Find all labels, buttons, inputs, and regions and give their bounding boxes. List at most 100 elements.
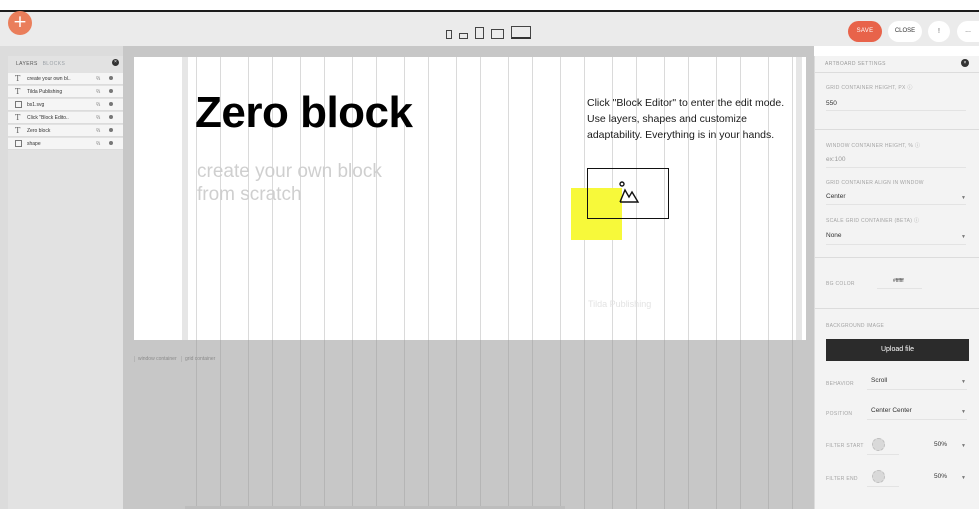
divider (826, 204, 966, 205)
help-icon[interactable]: ⓘ (915, 143, 920, 149)
scale-grid-label: SCALE GRID CONTAINER (BETA) ⓘ (826, 218, 920, 224)
eye-icon[interactable] (109, 141, 113, 145)
layer-label: bs1.svg (27, 102, 45, 108)
device-desktop-icon[interactable] (511, 26, 531, 39)
layer-item[interactable]: T Tilda Publishing ⅔ (8, 86, 123, 98)
shape-icon (15, 140, 22, 147)
chevron-down-icon[interactable]: ▼ (961, 409, 966, 415)
chevron-down-icon[interactable]: ▼ (961, 195, 966, 201)
divider (815, 72, 979, 73)
settings-header: ARTBOARD SETTINGS (825, 61, 886, 67)
image-icon (15, 101, 22, 108)
filter-end-label: FILTER END (826, 476, 858, 482)
eye-icon[interactable] (109, 115, 113, 119)
lock-icon[interactable]: ⅔ (96, 76, 100, 82)
lock-icon[interactable]: ⅔ (96, 128, 100, 134)
text-icon: T (15, 74, 21, 83)
tab-layers[interactable]: LAYERS (16, 61, 38, 67)
window-height-input[interactable]: ex:100 (826, 156, 846, 163)
bg-color-label: BG COLOR (826, 281, 855, 287)
position-select[interactable]: Center Center (871, 407, 912, 414)
text-icon: T (15, 113, 21, 122)
help-icon[interactable]: ⓘ (914, 218, 919, 224)
divider (815, 129, 979, 130)
text-icon: T (15, 87, 21, 96)
layer-label: Tilda Publishing (27, 89, 63, 95)
layer-label: create your own bl.. (27, 76, 71, 82)
divider (826, 110, 966, 111)
filter-start-label: FILTER START (826, 443, 864, 449)
layers-panel: LAYERS BLOCKS × T create your own bl.. ⅔… (8, 56, 123, 509)
save-button[interactable]: SAVE (848, 21, 882, 42)
divider (815, 257, 979, 258)
divider (815, 308, 979, 309)
divider (867, 419, 967, 420)
bg-image-label: BACKGROUND IMAGE (826, 323, 885, 329)
layer-label: shape (27, 141, 41, 147)
grid-container-label: grid container (181, 356, 218, 362)
scale-grid-select[interactable]: None (826, 232, 842, 239)
divider (867, 389, 967, 390)
eye-icon[interactable] (109, 128, 113, 132)
window-height-label: WINDOW CONTAINER HEIGHT, % ⓘ (826, 143, 921, 149)
text-icon: T (15, 126, 21, 135)
info-button[interactable]: ! (928, 21, 950, 42)
settings-close-icon[interactable]: × (961, 59, 969, 67)
eye-icon[interactable] (109, 89, 113, 93)
behavior-label: BEHAVIOR (826, 381, 854, 387)
zero-block-heading[interactable]: Zero block (195, 88, 413, 138)
device-tablet-vertical-icon[interactable] (475, 27, 484, 39)
mountain-image-icon (619, 181, 640, 203)
chevron-down-icon[interactable]: ▼ (961, 379, 966, 385)
layer-label: Zero block (27, 128, 51, 134)
device-tablet-horizontal-icon[interactable] (491, 29, 504, 39)
eye-icon[interactable] (109, 102, 113, 106)
grid-height-label: GRID CONTAINER HEIGHT, PX ⓘ (826, 85, 913, 91)
layer-item[interactable]: T create your own bl.. ⅔ (8, 73, 123, 85)
lock-icon[interactable]: ⅔ (96, 115, 100, 121)
filter-start-color-swatch[interactable] (872, 438, 885, 451)
window-container-label: window container (134, 356, 180, 362)
chevron-down-icon[interactable]: ▼ (961, 475, 966, 481)
layer-item[interactable]: T Zero block ⅔ (8, 125, 123, 137)
grid-edge-left (182, 57, 188, 340)
grid-align-select[interactable]: Center (826, 193, 846, 200)
divider (826, 167, 966, 168)
tab-blocks[interactable]: BLOCKS (43, 61, 66, 67)
publisher-text[interactable]: Tilda Publishing (588, 299, 651, 309)
layer-item[interactable]: bs1.svg ⅔ (8, 99, 123, 111)
subtitle-text[interactable]: create your own block from scratch (197, 160, 397, 206)
filter-end-select[interactable]: 50% (934, 473, 947, 480)
chevron-down-icon[interactable]: ▼ (961, 443, 966, 449)
filter-end-color-swatch[interactable] (872, 470, 885, 483)
close-button[interactable]: CLOSE (888, 21, 922, 42)
grid-height-input[interactable]: 550 (826, 100, 837, 107)
more-button[interactable]: ... (957, 21, 979, 42)
device-phone-vertical-icon[interactable] (446, 30, 452, 39)
position-label: POSITION (826, 411, 853, 417)
lock-icon[interactable]: ⅔ (96, 102, 100, 108)
chevron-down-icon[interactable]: ▼ (961, 234, 966, 240)
layer-label: Click "Block Edito.. (27, 115, 69, 121)
lock-icon[interactable]: ⅔ (96, 89, 100, 95)
filter-start-select[interactable]: 50% (934, 441, 947, 448)
behavior-select[interactable]: Scroll (871, 377, 887, 384)
container-labels: window container grid container (134, 356, 218, 362)
layer-list: T create your own bl.. ⅔ T Tilda Publish… (8, 73, 123, 151)
eye-icon[interactable] (109, 76, 113, 80)
lock-icon[interactable]: ⅔ (96, 141, 100, 147)
upload-file-button[interactable]: Upload file (826, 339, 969, 361)
bg-color-input[interactable]: #ffffff (893, 278, 904, 284)
layers-tabs: LAYERS BLOCKS (8, 56, 123, 70)
layers-close-icon[interactable]: × (112, 59, 119, 66)
layer-item[interactable]: T Click "Block Edito.. ⅔ (8, 112, 123, 124)
divider (826, 244, 966, 245)
divider (867, 486, 899, 487)
description-text[interactable]: Click "Block Editor" to enter the edit m… (587, 95, 797, 143)
device-phone-horizontal-icon[interactable] (459, 33, 468, 39)
artboard-settings-panel: ARTBOARD SETTINGS × GRID CONTAINER HEIGH… (814, 56, 979, 509)
help-icon[interactable]: ⓘ (907, 85, 912, 91)
plus-icon: + (12, 12, 28, 32)
add-block-button[interactable]: + (8, 11, 32, 35)
layer-item[interactable]: shape ⅔ (8, 138, 123, 150)
